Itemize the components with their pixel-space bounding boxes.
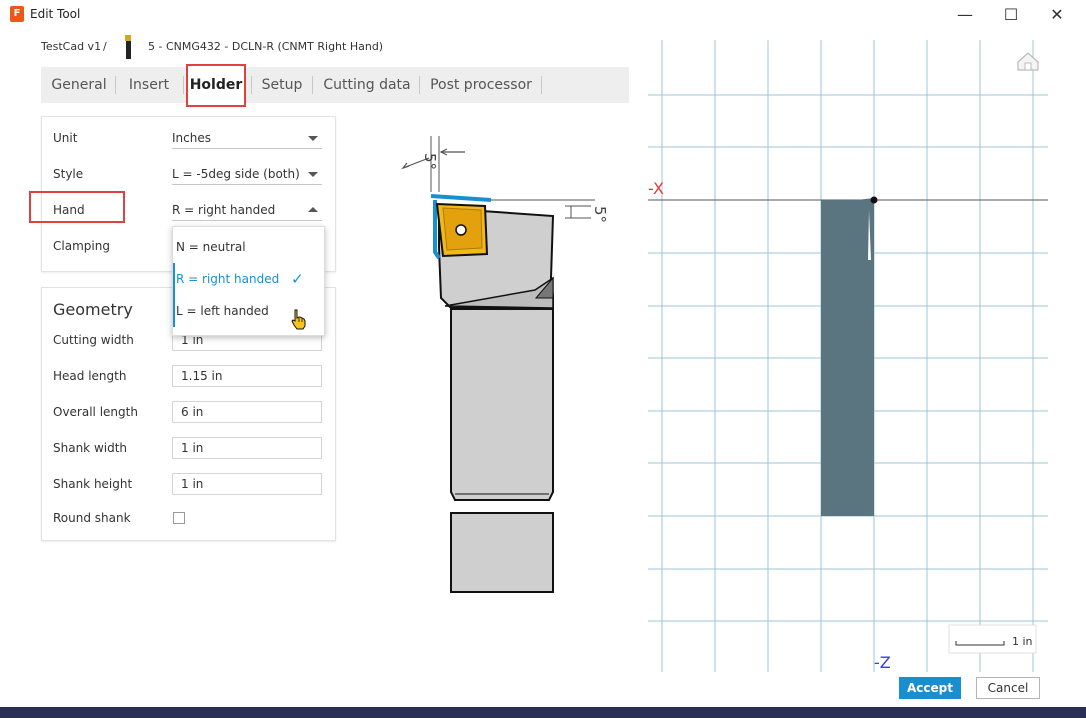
hand-select[interactable]: R = right handed [172, 200, 322, 221]
unit-select[interactable]: Inches [172, 128, 322, 149]
head-length-input[interactable]: 1.15 in [172, 365, 322, 387]
breadcrumb-separator: / [103, 40, 107, 53]
tab-divider [251, 76, 252, 94]
tab-bar: General Insert Holder Setup Cutting data… [41, 67, 629, 103]
taskbar [0, 707, 1086, 718]
tab-cutting-data[interactable]: Cutting data [320, 67, 414, 103]
axis-x-label: -X [648, 179, 664, 198]
holder-tab-highlight [186, 64, 246, 107]
window-title: Edit Tool [30, 7, 81, 21]
tool-profile [821, 200, 874, 516]
holder-diagram: 5° 5° [401, 136, 609, 593]
tool-holder-icon [125, 35, 131, 59]
scale-label: 1 in [1012, 635, 1033, 648]
holder-shank-upper [450, 308, 554, 501]
checkmark-icon: ✓ [291, 270, 304, 288]
chevron-up-icon [308, 207, 318, 212]
style-label: Style [53, 167, 84, 181]
round-shank-label: Round shank [53, 511, 131, 525]
unit-value: Inches [172, 131, 211, 145]
option-neutral[interactable]: N = neutral [173, 231, 324, 263]
option-right-handed-label: R = right handed [176, 272, 280, 286]
tab-insert[interactable]: Insert [119, 67, 179, 103]
overall-length-label: Overall length [53, 405, 138, 419]
tab-divider [312, 76, 313, 94]
chevron-down-icon [308, 172, 318, 177]
hand-cursor-icon [291, 309, 306, 330]
head-length-label: Head length [53, 369, 127, 383]
tab-divider [115, 76, 116, 94]
tab-divider [183, 76, 184, 94]
breadcrumb-tool: 5 - CNMG432 - DCLN-R (CNMT Right Hand) [148, 40, 384, 53]
hover-indicator [173, 295, 175, 327]
axis-z-label: -Z [874, 653, 891, 672]
hand-value: R = right handed [172, 203, 276, 217]
minimize-button[interactable]: — [942, 0, 988, 30]
close-button[interactable]: ✕ [1034, 0, 1080, 30]
holder-shank-lower [450, 512, 554, 593]
shank-height-input[interactable]: 1 in [172, 473, 322, 495]
cancel-button[interactable]: Cancel [976, 677, 1040, 699]
selected-indicator [173, 263, 175, 295]
breadcrumb-root[interactable]: TestCad v1 [41, 40, 101, 53]
chevron-down-icon [308, 136, 318, 141]
unit-label: Unit [53, 131, 78, 145]
shank-height-label: Shank height [53, 477, 133, 491]
side-angle-label: 5° [591, 206, 609, 223]
top-angle-label: 5° [421, 153, 439, 170]
app-logo-icon: F [10, 6, 24, 22]
shank-width-label: Shank width [53, 441, 128, 455]
round-shank-checkbox[interactable] [173, 512, 185, 524]
tool-origin-point [870, 196, 878, 204]
style-select[interactable]: L = -5deg side (both) [172, 164, 322, 185]
home-icon[interactable] [1017, 52, 1039, 71]
tab-general[interactable]: General [45, 67, 113, 103]
tab-setup[interactable]: Setup [255, 67, 309, 103]
tab-divider [419, 76, 420, 94]
clamping-label: Clamping [53, 239, 110, 253]
overall-length-input[interactable]: 6 in [172, 401, 322, 423]
geometry-title: Geometry [53, 300, 133, 319]
shank-width-input[interactable]: 1 in [172, 437, 322, 459]
accept-button[interactable]: Accept [899, 677, 961, 699]
tool-preview-viewport[interactable]: -X -Z 1 in [640, 40, 1080, 672]
option-right-handed[interactable]: R = right handed ✓ [173, 263, 324, 295]
title-bar: F Edit Tool — ☐ ✕ [0, 0, 1086, 30]
tab-divider [541, 76, 542, 94]
insert-outline-horizontal [430, 194, 492, 202]
tab-post-processor[interactable]: Post processor [426, 67, 536, 103]
maximize-button[interactable]: ☐ [988, 0, 1034, 30]
insert-screw-icon [455, 224, 467, 236]
style-value: L = -5deg side (both) [172, 167, 300, 181]
cutting-width-label: Cutting width [53, 333, 134, 347]
hand-label: Hand [53, 203, 85, 217]
